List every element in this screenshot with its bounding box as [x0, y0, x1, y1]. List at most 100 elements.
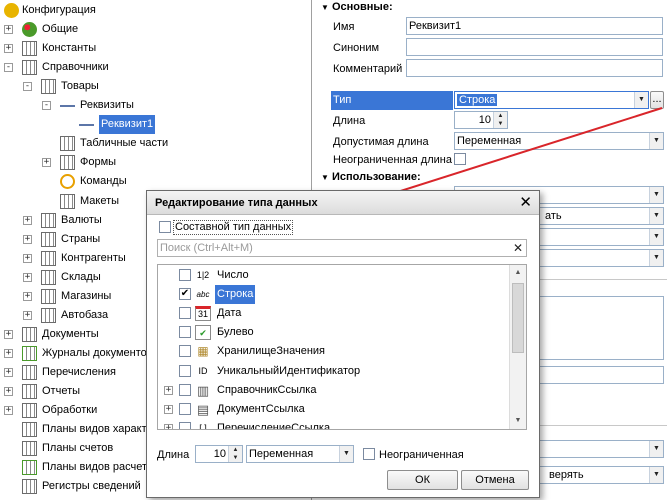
type-dropdown-button[interactable]: ▼	[634, 92, 648, 108]
tree-item-label: Валюты	[61, 213, 102, 226]
type-list-item[interactable]: ▦ ХранилищеЗначения	[158, 342, 508, 361]
tree-item[interactable]: + Константы	[0, 39, 311, 58]
tree-item-label: Константы	[42, 42, 97, 55]
usage-dropdown-icon-2[interactable]: ▼	[649, 208, 663, 224]
expand-icon[interactable]: +	[23, 310, 32, 320]
type-checkbox[interactable]	[179, 383, 191, 396]
type-select-button[interactable]: ...	[650, 91, 664, 109]
type-list-item[interactable]: + [ ] ПеречислениеСсылка	[158, 419, 508, 429]
tree-item[interactable]: - Справочники	[0, 58, 311, 77]
type-field[interactable]: Строка ▼	[454, 91, 649, 109]
dialog-allowed-length-select[interactable]: Переменная ▼	[246, 445, 354, 463]
type-list-item[interactable]: + ▤ ДокументСсылка	[158, 400, 508, 419]
cancel-button[interactable]: Отмена	[461, 470, 529, 490]
expand-icon[interactable]: +	[164, 404, 173, 414]
comment-field[interactable]	[406, 59, 663, 77]
allowed-length-select[interactable]: Переменная ▼	[454, 132, 664, 150]
synonym-field[interactable]	[406, 38, 663, 56]
length-value: 10	[478, 114, 491, 126]
tree-item[interactable]: + Формы	[0, 153, 311, 172]
expand-icon[interactable]: +	[4, 387, 13, 396]
expand-icon[interactable]: +	[23, 234, 32, 244]
type-checkbox[interactable]	[179, 402, 191, 415]
type-list[interactable]: 1|2 Число ✔ abc Строка 31 Дата ✔ Булево ▦ Хранилищ…	[157, 264, 527, 430]
usage-dropdown-icon-3[interactable]: ▼	[649, 229, 663, 245]
tree-item[interactable]: - Реквизиты	[0, 96, 311, 115]
expand-icon[interactable]: +	[4, 25, 13, 35]
tree-item[interactable]: Команды	[0, 172, 311, 191]
dialog-unlimited-checkbox[interactable]	[363, 448, 375, 460]
constants-icon	[22, 41, 37, 57]
allowed-length-dropdown-icon[interactable]: ▼	[649, 133, 663, 149]
scroll-down-icon[interactable]: ▼	[510, 413, 526, 429]
close-icon[interactable]: ✕	[519, 191, 532, 215]
list-scrollbar[interactable]: ▲ ▼	[509, 265, 526, 429]
usage-dropdown-icon-6[interactable]: ▼	[649, 441, 663, 457]
expand-icon[interactable]: +	[42, 158, 51, 168]
scroll-up-icon[interactable]: ▲	[510, 265, 526, 281]
expand-icon[interactable]: +	[4, 406, 13, 416]
clear-search-icon[interactable]: ✕	[513, 240, 523, 256]
expand-icon[interactable]: +	[23, 253, 32, 263]
composite-type-checkbox[interactable]	[159, 221, 171, 233]
ok-button[interactable]: ОК	[387, 470, 458, 490]
catalog-icon	[41, 288, 56, 304]
type-checkbox[interactable]	[179, 364, 191, 377]
basic-section-label: Основные:	[331, 1, 393, 13]
basic-section-header[interactable]: ▼ Основные:	[321, 1, 393, 13]
type-list-item[interactable]: ID УникальныйИдентификатор	[158, 362, 508, 381]
usage-dropdown-icon-7[interactable]: ▼	[649, 467, 663, 483]
type-edit-dialog: Редактирование типа данных ✕ Составной т…	[146, 190, 540, 498]
tree-item[interactable]: Реквизит1	[0, 115, 311, 135]
expand-icon[interactable]: +	[164, 423, 173, 429]
collapse-icon[interactable]: -	[42, 101, 51, 111]
type-list-item[interactable]: ✔ abc Строка	[158, 285, 508, 305]
dialog-allowed-length-dropdown-icon[interactable]: ▼	[339, 446, 353, 462]
type-checkbox[interactable]	[179, 421, 191, 429]
collapse-icon[interactable]: -	[4, 63, 13, 73]
type-checkbox[interactable]	[179, 307, 191, 320]
collapse-icon[interactable]: -	[23, 82, 32, 92]
type-label: Булево	[217, 326, 254, 339]
expand-icon[interactable]: +	[4, 329, 13, 339]
tree-item-label: Реквизиты	[80, 99, 134, 112]
unlimited-length-checkbox[interactable]	[454, 153, 466, 165]
expand-icon[interactable]: +	[23, 215, 32, 225]
type-list-item[interactable]: 1|2 Число	[158, 266, 508, 285]
type-list-item[interactable]: ✔ Булево	[158, 323, 508, 342]
usage-section-header[interactable]: ▼ Использование:	[321, 171, 421, 183]
tree-item[interactable]: Табличные части	[0, 134, 311, 153]
tree-item[interactable]: + Общие	[0, 20, 311, 39]
chart-of-accounts-icon	[22, 441, 37, 457]
tree-item-label: Отчеты	[42, 385, 81, 397]
report-icon	[22, 384, 37, 399]
expand-icon[interactable]: +	[23, 291, 32, 301]
dialog-length-field[interactable]: 10 ▲ ▼	[195, 445, 243, 463]
dialog-title-bar[interactable]: Редактирование типа данных ✕	[147, 191, 539, 215]
name-field[interactable]: Реквизит1	[406, 17, 663, 35]
type-list-item[interactable]: + ▥ СправочникСсылка	[158, 381, 508, 400]
expand-icon[interactable]: +	[4, 367, 13, 377]
usage-dropdown-icon-1[interactable]: ▼	[649, 187, 663, 203]
type-search-input[interactable]: Поиск (Ctrl+Alt+M) ✕	[157, 239, 527, 257]
tree-item[interactable]: Конфигурация	[0, 1, 311, 20]
length-spin-icon[interactable]: ▲ ▼	[493, 112, 507, 128]
expand-icon[interactable]: +	[4, 44, 13, 54]
type-checkbox[interactable]: ✔	[179, 288, 191, 301]
type-checkbox[interactable]	[179, 345, 191, 358]
tree-item-label: Обработки	[42, 404, 98, 417]
type-checkbox[interactable]	[179, 269, 191, 281]
expand-icon[interactable]: +	[164, 385, 173, 395]
tree-item[interactable]: - Товары	[0, 77, 311, 96]
name-value: Реквизит1	[409, 20, 462, 32]
type-list-item[interactable]: 31 Дата	[158, 304, 508, 323]
scroll-thumb[interactable]	[512, 283, 524, 353]
type-checkbox[interactable]	[179, 326, 191, 339]
usage-dropdown-icon-4[interactable]: ▼	[649, 250, 663, 266]
catalog-ref-icon: ▥	[196, 382, 210, 398]
usage-value-2: ать	[545, 210, 562, 222]
length-field[interactable]: 10 ▲ ▼	[454, 111, 508, 129]
expand-icon[interactable]: +	[23, 272, 32, 282]
dialog-length-spin-icon[interactable]: ▲ ▼	[228, 446, 242, 462]
expand-icon[interactable]: +	[4, 348, 13, 358]
